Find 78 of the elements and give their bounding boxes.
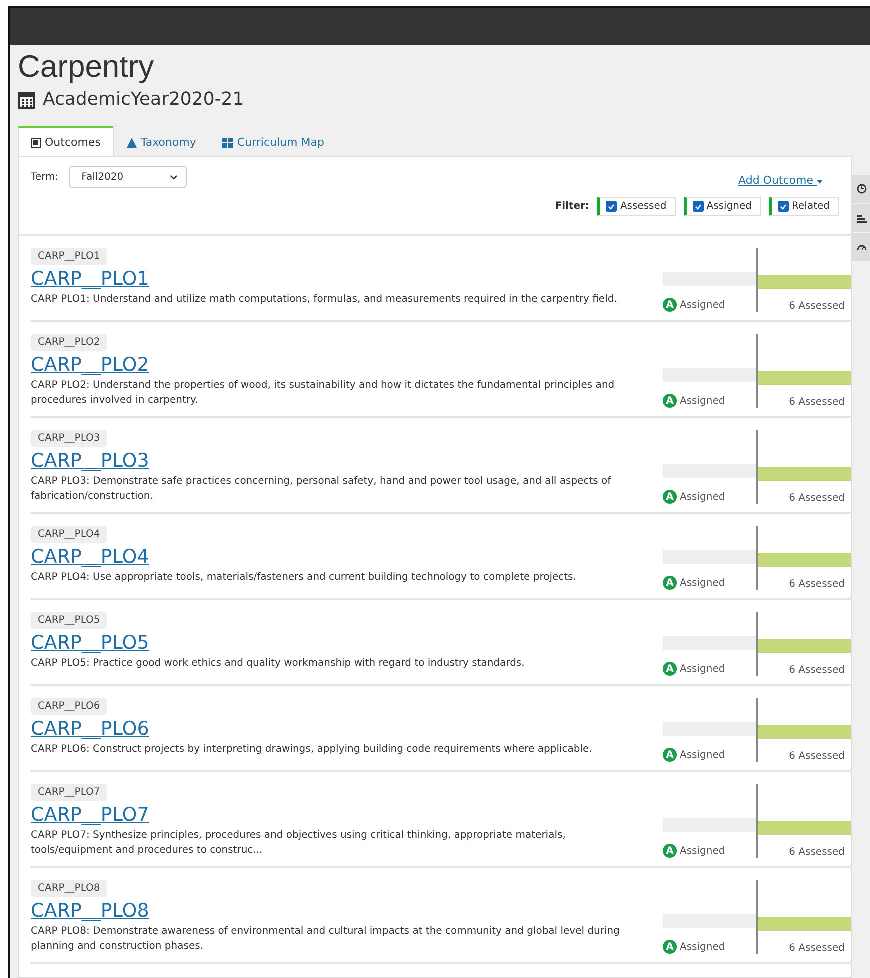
- side-tab[interactable]: [852, 175, 870, 203]
- checkbox[interactable]: [692, 201, 704, 212]
- outcome-title-link[interactable]: CARP__PLO4: [31, 546, 150, 568]
- assessed-count: 6 Assessed: [789, 579, 845, 590]
- outcome-title-link[interactable]: CARP__PLO8: [31, 900, 150, 922]
- outcome-code-tag: CARP__PLO7: [31, 784, 108, 801]
- status-badge: A: [663, 394, 677, 408]
- clock-icon: [857, 184, 867, 194]
- outcome-description: CARP PLO4: Use appropriate tools, materials/fasteners and current building technology to complete projects.: [31, 571, 576, 585]
- assessed-count: 6 Assessed: [789, 751, 845, 762]
- page-title: Carpentry: [18, 49, 156, 85]
- status-badge: A: [663, 940, 677, 954]
- status-badge: A: [663, 490, 677, 504]
- outcome-code-tag: CARP__PLO2: [31, 334, 108, 351]
- assessed-count: 6 Assessed: [789, 943, 845, 954]
- outcome-description: CARP PLO2: Understand the properties of wood, its sustainability and how it dictates the fundamental principles and procedures involved in carpentry.: [31, 379, 616, 408]
- triangle-icon: [126, 138, 137, 148]
- tab[interactable]: Outcomes: [18, 126, 114, 157]
- bar-chart-icon: [857, 213, 867, 223]
- list-icon: [31, 138, 41, 148]
- filter-checkbox[interactable]: Assessed: [597, 197, 676, 216]
- status-badge: A: [663, 844, 677, 858]
- check-icon: [608, 204, 616, 210]
- status-label: Assigned: [680, 750, 726, 760]
- assessed-count: 6 Assessed: [789, 665, 845, 676]
- status-badge: A: [663, 576, 677, 590]
- outcome-code-tag: CARP__PLO8: [31, 880, 108, 897]
- filter-checkbox[interactable]: Related: [769, 197, 839, 216]
- term-select[interactable]: Fall2020: [68, 166, 187, 188]
- status-label: Assigned: [680, 492, 726, 502]
- checkbox[interactable]: [606, 201, 618, 212]
- outcome-code-tag: CARP__PLO4: [31, 526, 108, 543]
- checkbox[interactable]: [778, 201, 790, 212]
- filter-checkbox[interactable]: Assigned: [684, 197, 762, 216]
- status-badge: A: [663, 298, 677, 312]
- status-badge: A: [663, 662, 677, 676]
- outcome-title-link[interactable]: CARP__PLO7: [31, 804, 150, 826]
- grid-icon: [222, 138, 234, 148]
- assessed-count: 6 Assessed: [789, 847, 845, 858]
- outcome-title-link[interactable]: CARP__PLO1: [31, 268, 150, 290]
- assessed-count: 6 Assessed: [789, 493, 845, 504]
- outcome-description: CARP PLO1: Understand and utilize math computations, formulas, and measurements required in the carpentry field.: [31, 293, 618, 307]
- outcome-description: CARP PLO7: Synthesize principles, procedures and objectives using critical thinking, appropriate materials, tools/equipment and procedures to construc...: [31, 829, 567, 858]
- status-label: Assigned: [680, 942, 726, 952]
- status-label: Assigned: [680, 578, 726, 588]
- outcome-title-link[interactable]: CARP__PLO5: [31, 632, 150, 654]
- outcome-code-tag: CARP__PLO6: [31, 698, 108, 715]
- side-tab[interactable]: [852, 204, 870, 232]
- outcome-code-tag: CARP__PLO1: [31, 248, 108, 265]
- status-label: Assigned: [680, 664, 726, 674]
- outcome-code-tag: CARP__PLO5: [31, 612, 108, 629]
- side-tab[interactable]: [852, 233, 870, 261]
- outcome-code-tag: CARP__PLO3: [31, 430, 108, 447]
- outcome-description: CARP PLO5: Practice good work ethics and quality workmanship with regard to industry standards.: [31, 657, 525, 671]
- filter-label: Filter:: [555, 201, 590, 212]
- status-label: Assigned: [680, 396, 726, 406]
- caret-icon: [817, 180, 823, 184]
- tab[interactable]: Curriculum Map: [209, 126, 338, 157]
- add-outcome-link[interactable]: Add Outcome: [738, 174, 823, 187]
- calendar-icon: [18, 90, 35, 108]
- outcome-title-link[interactable]: CARP__PLO6: [31, 718, 150, 740]
- check-icon: [694, 204, 702, 210]
- outcome-title-link[interactable]: CARP__PLO2: [31, 354, 150, 376]
- status-badge: A: [663, 748, 677, 762]
- assessed-count: 6 Assessed: [789, 301, 845, 312]
- status-label: Assigned: [680, 300, 726, 310]
- gauge-icon: [857, 243, 867, 251]
- outcome-description: CARP PLO8: Demonstrate awareness of environmental and cultural impacts at the community and global level during planning and construction phases.: [31, 925, 621, 954]
- assessed-count: 6 Assessed: [789, 397, 845, 408]
- chevron-icon: [170, 174, 178, 180]
- check-icon: [780, 204, 788, 210]
- outcome-description: CARP PLO3: Demonstrate safe practices concerning, personal safety, hand and power tool usage, and all aspects of fabrication/construction.: [31, 475, 612, 504]
- academic-year: AcademicYear2020-21: [43, 89, 244, 110]
- outcome-description: CARP PLO6: Construct projects by interpreting drawings, applying building code requirements where applicable.: [31, 743, 592, 757]
- tab[interactable]: Taxonomy: [114, 126, 210, 157]
- term-label: Term:: [31, 172, 59, 182]
- outcome-title-link[interactable]: CARP__PLO3: [31, 450, 150, 472]
- status-label: Assigned: [680, 846, 726, 856]
